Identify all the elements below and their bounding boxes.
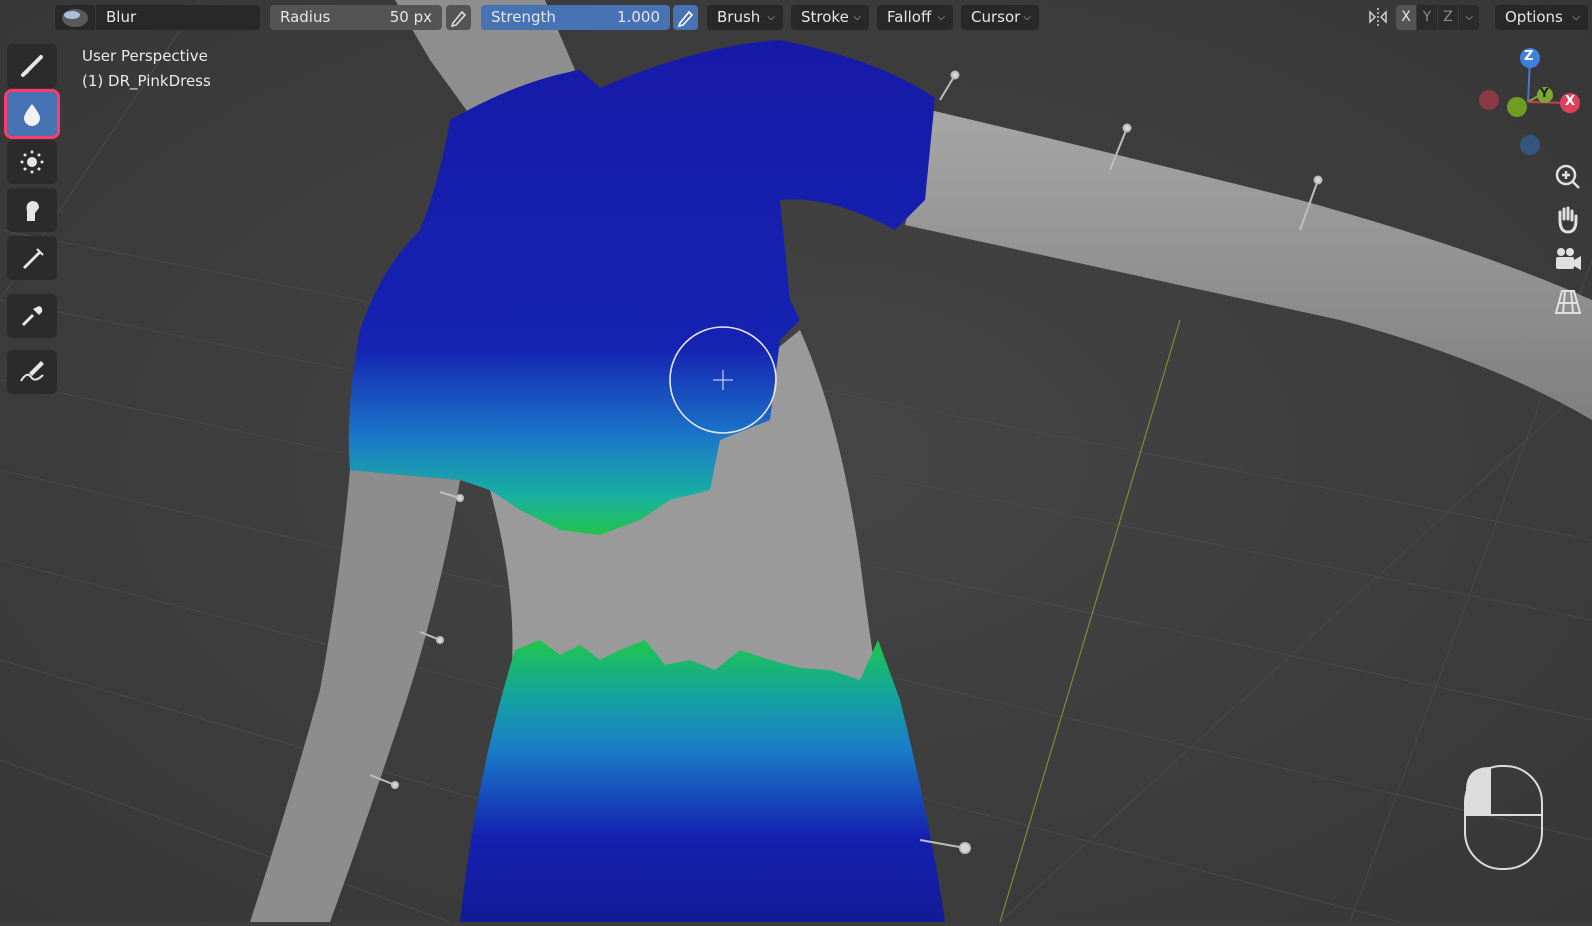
falloff-menu[interactable]: Falloff ⌵ xyxy=(877,5,953,30)
radius-label: Radius xyxy=(280,8,331,26)
gizmo-z-label: Z xyxy=(1524,49,1534,64)
radius-field[interactable]: Radius 50 px xyxy=(270,5,442,30)
brush-menu[interactable]: Brush ⌵ xyxy=(707,5,783,30)
chevron-down-icon: ⌵ xyxy=(1572,12,1580,23)
perspective-label: User Perspective xyxy=(82,47,208,65)
orthographic-grid-icon[interactable] xyxy=(1551,285,1585,319)
falloff-menu-label: Falloff xyxy=(887,8,932,26)
zoom-icon[interactable] xyxy=(1551,160,1585,194)
mirror-x-toggle[interactable]: X xyxy=(1396,5,1416,30)
strength-pressure-icon[interactable] xyxy=(673,5,698,30)
3d-viewport[interactable]: User Perspective (1) DR_PinkDress Z Y X xyxy=(0,0,1592,923)
brush-preview-icon[interactable] xyxy=(55,5,95,30)
strength-label: Strength xyxy=(491,8,556,26)
viewport-scene xyxy=(0,0,1592,923)
chevron-down-icon: ⌵ xyxy=(937,12,945,23)
skirt-paint xyxy=(460,640,945,922)
active-object-label: (1) DR_PinkDress xyxy=(82,72,211,90)
stroke-menu[interactable]: Stroke ⌵ xyxy=(791,5,869,30)
chevron-down-icon: ⌵ xyxy=(853,12,861,23)
gizmo-x-label: X xyxy=(1565,94,1576,109)
brush-name-text: Blur xyxy=(106,8,137,26)
smear-tool-button[interactable] xyxy=(7,188,57,232)
pan-hand-icon[interactable] xyxy=(1551,202,1585,236)
strength-value: 1.000 xyxy=(617,8,660,26)
mirror-y-toggle[interactable]: Y xyxy=(1417,5,1437,30)
draw-tool-button[interactable] xyxy=(7,44,57,88)
strength-field[interactable]: Strength 1.000 xyxy=(481,5,670,30)
mirror-z-toggle[interactable]: Z xyxy=(1438,5,1458,30)
brush-menu-label: Brush xyxy=(717,8,761,26)
cursor-menu[interactable]: Cursor ⌵ xyxy=(961,5,1039,30)
radius-value: 50 px xyxy=(389,8,432,26)
radius-pressure-icon[interactable] xyxy=(446,5,471,30)
brush-name-field[interactable]: Blur xyxy=(96,5,260,30)
stroke-menu-label: Stroke xyxy=(801,8,849,26)
symmetry-icon[interactable] xyxy=(1366,5,1391,30)
blur-tool-button[interactable] xyxy=(4,89,60,139)
annotate-tool-button[interactable] xyxy=(7,350,57,394)
navigation-gizmo[interactable]: Z Y X xyxy=(1470,45,1580,165)
gizmo-y-label: Y xyxy=(1540,86,1549,100)
average-tool-button[interactable] xyxy=(7,140,57,184)
clone-tool-button[interactable] xyxy=(7,236,57,280)
sample-color-tool-button[interactable] xyxy=(7,294,57,338)
chevron-down-icon: ⌵ xyxy=(1023,12,1031,23)
mirror-options-chevron-icon[interactable]: ⌵ xyxy=(1459,5,1479,30)
options-menu-label: Options xyxy=(1505,8,1563,26)
chevron-down-icon: ⌵ xyxy=(767,12,775,23)
cursor-menu-label: Cursor xyxy=(971,8,1021,26)
camera-view-icon[interactable] xyxy=(1551,243,1585,277)
options-menu[interactable]: Options ⌵ xyxy=(1495,5,1588,30)
tool-header: Blur Radius 50 px Strength 1.000 Brush ⌵… xyxy=(0,0,1592,34)
